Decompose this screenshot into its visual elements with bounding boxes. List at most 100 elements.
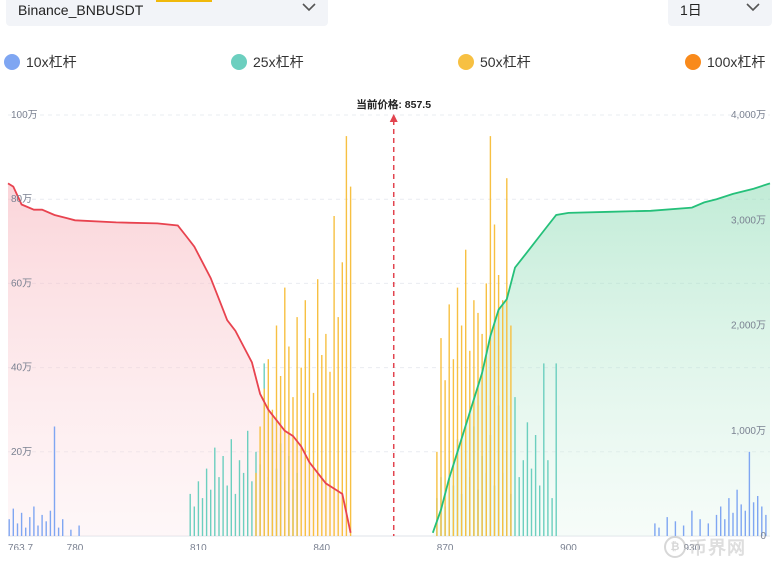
- bar-50x杠杆: [456, 287, 459, 536]
- bar-25x杠杆: [518, 477, 520, 536]
- bar-10x杠杆: [757, 496, 759, 536]
- bar-50x杠杆: [473, 300, 475, 536]
- bar-25x杠杆: [242, 472, 245, 536]
- legend-item-10x[interactable]: 10x杠杆: [4, 52, 77, 72]
- bar-10x杠杆: [78, 525, 80, 536]
- bar-25x杠杆: [214, 447, 216, 536]
- bar-50x杠杆: [469, 350, 471, 536]
- bar-50x杠杆: [349, 186, 352, 536]
- legend-dot-icon: [685, 54, 701, 70]
- bar-25x杠杆: [197, 481, 200, 536]
- bar-50x杠杆: [288, 346, 290, 536]
- current-price-arrow-icon: [389, 114, 398, 122]
- x-axis-tick-label: 870: [437, 543, 454, 550]
- bar-25x杠杆: [234, 493, 237, 536]
- bar-10x杠杆: [20, 512, 23, 536]
- bar-50x杠杆: [465, 249, 467, 536]
- bar-25x杠杆: [222, 456, 224, 536]
- legend-label: 100x杠杆: [707, 54, 766, 70]
- symbol-value: Binance_BNBUSDT: [18, 2, 144, 18]
- bar-10x杠杆: [720, 506, 722, 536]
- bar-50x杠杆: [345, 136, 348, 536]
- bar-50x杠杆: [275, 325, 278, 536]
- chevron-down-icon: [302, 3, 316, 12]
- current-price-label: 当前价格: 857.5: [356, 98, 431, 111]
- bar-25x杠杆: [251, 481, 253, 536]
- bar-25x杠杆: [247, 430, 249, 537]
- symbol-select[interactable]: Binance_BNBUSDT: [6, 0, 328, 26]
- liquidation-chart: 当前价格: 857.5 20万 40万 60万 80万 100万 0 1,000万 2,000万…: [7, 98, 771, 550]
- bar-50x杠杆: [481, 333, 483, 536]
- period-value: 1日: [680, 2, 702, 18]
- bar-50x杠杆: [300, 367, 302, 536]
- bar-10x杠杆: [732, 512, 734, 536]
- legend-item-25x[interactable]: 25x杠杆: [231, 52, 304, 72]
- bar-50x杠杆: [271, 409, 274, 536]
- bar-10x杠杆: [16, 523, 19, 536]
- bar-10x杠杆: [70, 529, 72, 536]
- legend-dot-icon: [458, 54, 474, 70]
- bar-50x杠杆: [477, 312, 479, 536]
- bar-25x杠杆: [205, 468, 208, 536]
- bar-50x杠杆: [337, 317, 339, 536]
- bar-10x杠杆: [740, 504, 742, 536]
- bar-25x杠杆: [238, 460, 241, 536]
- bar-10x杠杆: [691, 510, 693, 536]
- bar-50x杠杆: [444, 380, 446, 536]
- x-axis-tick-label: 900: [560, 543, 577, 550]
- bar-25x杠杆: [539, 485, 541, 536]
- chevron-down-icon: [746, 3, 760, 12]
- bar-50x杠杆: [317, 279, 319, 536]
- bar-25x杠杆: [555, 363, 557, 536]
- bar-10x杠杆: [752, 502, 755, 536]
- watermark-text: 币界网: [689, 538, 746, 558]
- legend-dot-icon: [231, 54, 247, 70]
- chart-legend: 10x杠杆 25x杠杆 50x杠杆 100x杠杆: [0, 52, 778, 72]
- coin-logo-icon: ₿: [664, 536, 686, 558]
- bar-25x杠杆: [193, 506, 195, 536]
- bar-50x杠杆: [493, 224, 496, 536]
- bar-50x杠杆: [296, 317, 298, 536]
- x-axis-tick-label: 780: [67, 543, 84, 550]
- bar-50x杠杆: [279, 376, 282, 536]
- left-axis-tick-label: 60万: [11, 278, 32, 289]
- bar-50x杠杆: [325, 333, 327, 536]
- watermark-logo: ₿ 币界网: [664, 534, 746, 560]
- bar-10x杠杆: [25, 527, 27, 536]
- bar-10x杠杆: [57, 527, 60, 536]
- bar-50x杠杆: [312, 392, 315, 536]
- bar-10x杠杆: [736, 489, 738, 536]
- bar-50x杠杆: [452, 359, 455, 536]
- left-axis-tick-label: 100万: [11, 110, 38, 121]
- bar-50x杠杆: [308, 338, 311, 536]
- bar-10x杠杆: [45, 521, 47, 536]
- x-axis-tick-label: 840: [313, 543, 330, 550]
- bar-50x杠杆: [460, 325, 463, 536]
- legend-dot-icon: [4, 54, 20, 70]
- bar-25x杠杆: [226, 485, 228, 536]
- long-cumulative-area: [432, 183, 770, 536]
- bar-50x杠杆: [510, 325, 512, 536]
- bar-50x杠杆: [321, 355, 323, 536]
- x-axis-tick-label: 810: [190, 543, 207, 550]
- bar-10x杠杆: [62, 519, 64, 536]
- bar-25x杠杆: [547, 460, 549, 536]
- bar-50x杠杆: [502, 300, 504, 536]
- bar-10x杠杆: [41, 514, 43, 536]
- bar-10x杠杆: [12, 508, 14, 536]
- bar-50x杠杆: [304, 300, 306, 536]
- legend-label: 10x杠杆: [26, 54, 77, 70]
- bar-25x杠杆: [526, 422, 529, 536]
- x-axis-tick-label: 763.7: [8, 543, 33, 550]
- right-axis-tick-label: 0: [760, 531, 766, 542]
- bar-25x杠杆: [201, 498, 204, 536]
- bar-25x杠杆: [530, 468, 533, 536]
- legend-item-50x[interactable]: 50x杠杆: [458, 52, 531, 72]
- bar-25x杠杆: [522, 460, 524, 536]
- period-select[interactable]: 1日: [668, 0, 772, 26]
- right-axis-tick-label: 4,000万: [731, 110, 766, 121]
- legend-item-100x[interactable]: 100x杠杆: [685, 52, 765, 72]
- short-cumulative-area: [8, 183, 351, 536]
- bar-10x杠杆: [8, 519, 10, 536]
- bar-10x杠杆: [33, 506, 35, 536]
